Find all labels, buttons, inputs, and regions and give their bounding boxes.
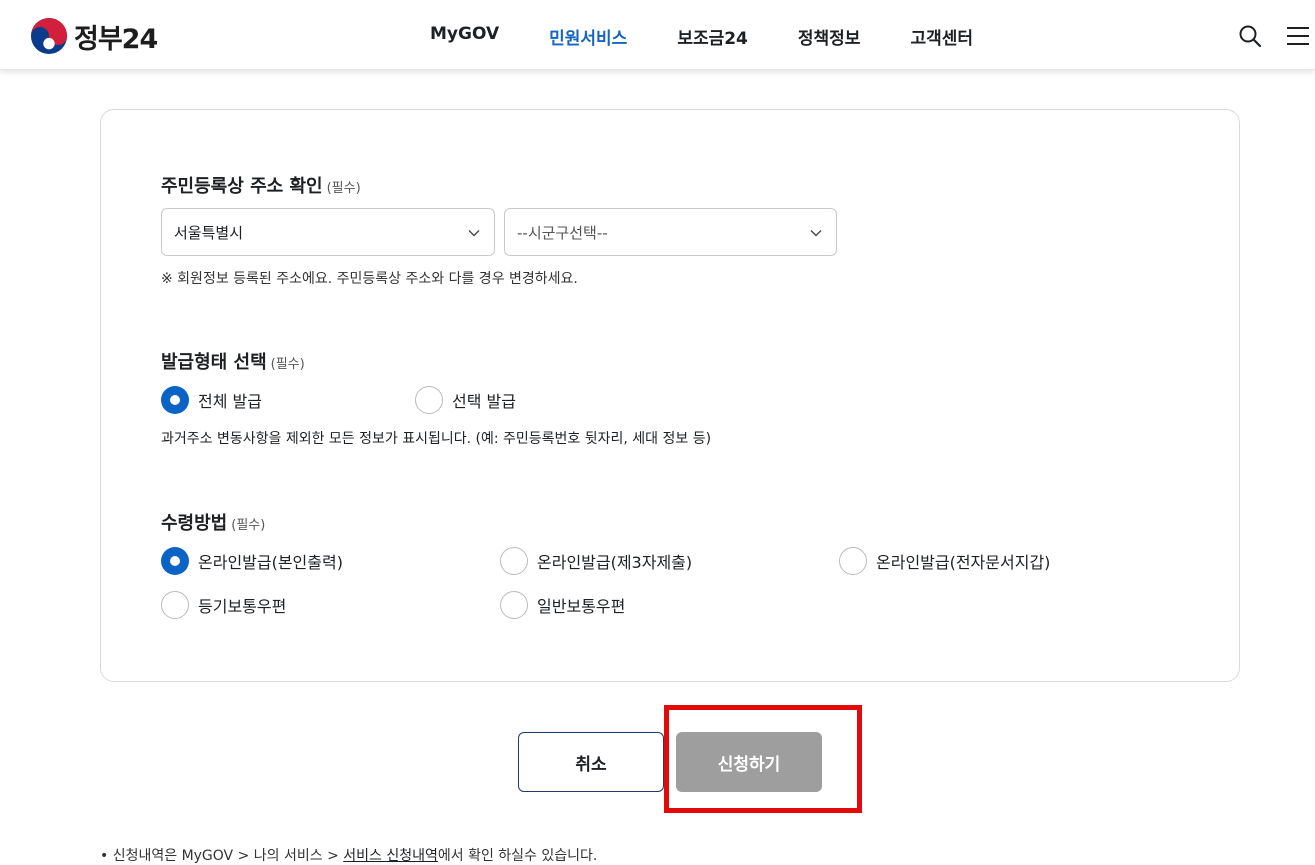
footer-note: • 신청내역은 MyGOV > 나의 서비스 > 서비스 신청내역에서 확인 하… <box>100 845 597 865</box>
nav-policy-info[interactable]: 정책정보 <box>798 24 861 49</box>
chevron-down-icon <box>810 230 822 237</box>
nav-civil-service[interactable]: 민원서비스 <box>549 24 627 49</box>
nav-mygov[interactable]: MyGOV <box>430 24 499 49</box>
district-select[interactable]: --시군구선택-- <box>504 208 837 256</box>
address-section-title: 주민등록상 주소 확인 (필수) <box>161 172 361 198</box>
radio-button[interactable] <box>161 591 189 619</box>
radio-label: 일반보통우편 <box>537 597 626 616</box>
radio-button[interactable] <box>500 591 528 619</box>
footer-prefix: 신청내역은 MyGOV > 나의 서비스 > <box>112 848 344 864</box>
radio-regular-mail[interactable]: 일반보통우편 <box>500 591 625 619</box>
nav-customer-center[interactable]: 고객센터 <box>910 24 973 49</box>
site-header: 정부24 MyGOV 민원서비스 보조금24 정책정보 고객센터 <box>0 0 1315 70</box>
radio-full-issue[interactable]: 전체 발급 <box>161 386 262 414</box>
receive-method-required-label: (필수) <box>231 518 266 533</box>
radio-label: 온라인발급(본인출력) <box>198 553 343 572</box>
receive-method-title: 수령방법 <box>161 513 228 534</box>
radio-registered-mail[interactable]: 등기보통우편 <box>161 591 286 619</box>
radio-label: 전체 발급 <box>198 392 262 411</box>
receive-method-section-title: 수령방법 (필수) <box>161 509 265 535</box>
radio-button[interactable] <box>415 386 443 414</box>
footer-suffix: 에서 확인 하실수 있습니다. <box>437 848 598 864</box>
service-history-link[interactable]: 서비스 신청내역 <box>343 848 438 864</box>
address-required-label: (필수) <box>326 181 361 196</box>
main-navigation: MyGOV 민원서비스 보조금24 정책정보 고객센터 <box>430 24 1023 49</box>
radio-online-e-wallet[interactable]: 온라인발급(전자문서지갑) <box>839 547 1050 575</box>
cancel-button[interactable]: 취소 <box>518 732 664 792</box>
chevron-down-icon <box>468 230 480 237</box>
radio-online-third-party[interactable]: 온라인발급(제3자제출) <box>500 547 692 575</box>
district-select-value: --시군구선택-- <box>517 223 608 242</box>
radio-label: 등기보통우편 <box>198 597 287 616</box>
radio-online-self-print[interactable]: 온라인발급(본인출력) <box>161 547 343 575</box>
nav-subsidy[interactable]: 보조금24 <box>677 24 748 49</box>
issue-type-section-title: 발급형태 선택 (필수) <box>161 348 305 374</box>
city-select[interactable]: 서울특별시 <box>161 208 495 256</box>
issue-type-note: 과거주소 변동사항을 제외한 모든 정보가 표시됩니다. (예: 주민등록번호 … <box>161 431 712 447</box>
logo-text: 정부24 <box>74 23 158 55</box>
highlight-annotation-box <box>664 705 862 813</box>
radio-button[interactable] <box>500 547 528 575</box>
radio-select-issue[interactable]: 선택 발급 <box>415 386 516 414</box>
address-note: ※ 회원정보 등록된 주소에요. 주민등록상 주소와 다를 경우 변경하세요. <box>161 271 578 287</box>
city-select-value: 서울특별시 <box>174 223 244 242</box>
issue-type-required-label: (필수) <box>270 357 305 372</box>
issue-type-title: 발급형태 선택 <box>161 352 267 373</box>
radio-label: 온라인발급(제3자제출) <box>537 553 693 572</box>
taegeuk-logo-icon <box>30 17 68 55</box>
search-icon[interactable] <box>1238 24 1262 48</box>
radio-button[interactable] <box>161 386 189 414</box>
hamburger-menu-icon[interactable] <box>1285 24 1309 48</box>
application-form-card: 주민등록상 주소 확인 (필수) 서울특별시 --시군구선택-- ※ 회원정보 등… <box>100 109 1240 682</box>
radio-button[interactable] <box>839 547 867 575</box>
radio-label: 온라인발급(전자문서지갑) <box>876 553 1051 572</box>
footer-bullet: • <box>100 848 109 864</box>
address-title: 주민등록상 주소 확인 <box>161 176 323 197</box>
radio-label: 선택 발급 <box>452 392 516 411</box>
gov24-logo[interactable]: 정부24 <box>30 16 158 56</box>
radio-button[interactable] <box>161 547 189 575</box>
